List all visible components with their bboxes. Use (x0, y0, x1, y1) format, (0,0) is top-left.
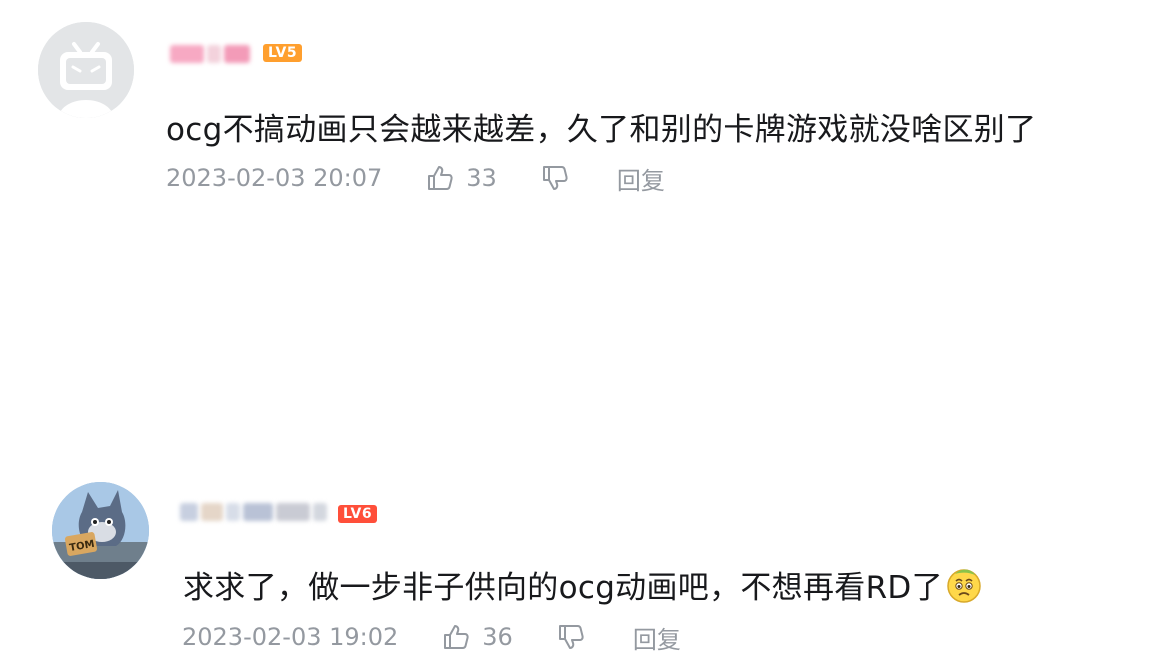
worried-face-emoji (945, 566, 983, 612)
reply-button[interactable]: 回复 (617, 161, 665, 196)
comment-date: 2023-02-03 19:02 (182, 623, 399, 651)
level-badge: LV5 (263, 44, 303, 62)
reply-button[interactable]: 回复 (633, 620, 681, 655)
cat-avatar-icon: TOM (52, 482, 149, 579)
comment-text-body: 求求了，做一步非子供向的ocg动画吧，不想再看RD了 (183, 570, 943, 606)
username[interactable] (170, 43, 250, 65)
thumb-up-icon (428, 166, 453, 190)
thumb-up-icon (444, 625, 469, 649)
like-count: 33 (466, 164, 497, 192)
comment-meta: 2023-02-03 20:07 33 回复 (166, 161, 665, 196)
level-badge: LV6 (338, 505, 378, 523)
like-count: 36 (482, 623, 513, 651)
comment-text: ocg不搞动画只会越来越差，久了和别的卡牌游戏就没啥区别了 (166, 112, 1037, 148)
like-button[interactable]: 36 (442, 623, 513, 651)
comment-date: 2023-02-03 20:07 (166, 164, 383, 192)
avatar[interactable] (38, 22, 134, 118)
comment-item: TOM LV6 求求了，做一步非子供向的ocg动画吧，不想再看RD了 2023-… (0, 225, 1160, 654)
tv-avatar-icon (38, 22, 134, 118)
dislike-button[interactable] (541, 164, 569, 192)
like-button[interactable]: 33 (426, 164, 497, 192)
comment-meta: 2023-02-03 19:02 36 回复 (182, 620, 681, 655)
thumb-down-icon (558, 625, 584, 649)
dislike-button[interactable] (557, 623, 585, 651)
comment-text: 求求了，做一步非子供向的ocg动画吧，不想再看RD了 (183, 562, 983, 612)
comment-item: LV5 ocg不搞动画只会越来越差，久了和别的卡牌游戏就没啥区别了 2023-0… (0, 0, 1160, 225)
avatar[interactable]: TOM (52, 482, 149, 579)
thumb-down-icon (542, 166, 568, 190)
username[interactable] (180, 501, 327, 523)
